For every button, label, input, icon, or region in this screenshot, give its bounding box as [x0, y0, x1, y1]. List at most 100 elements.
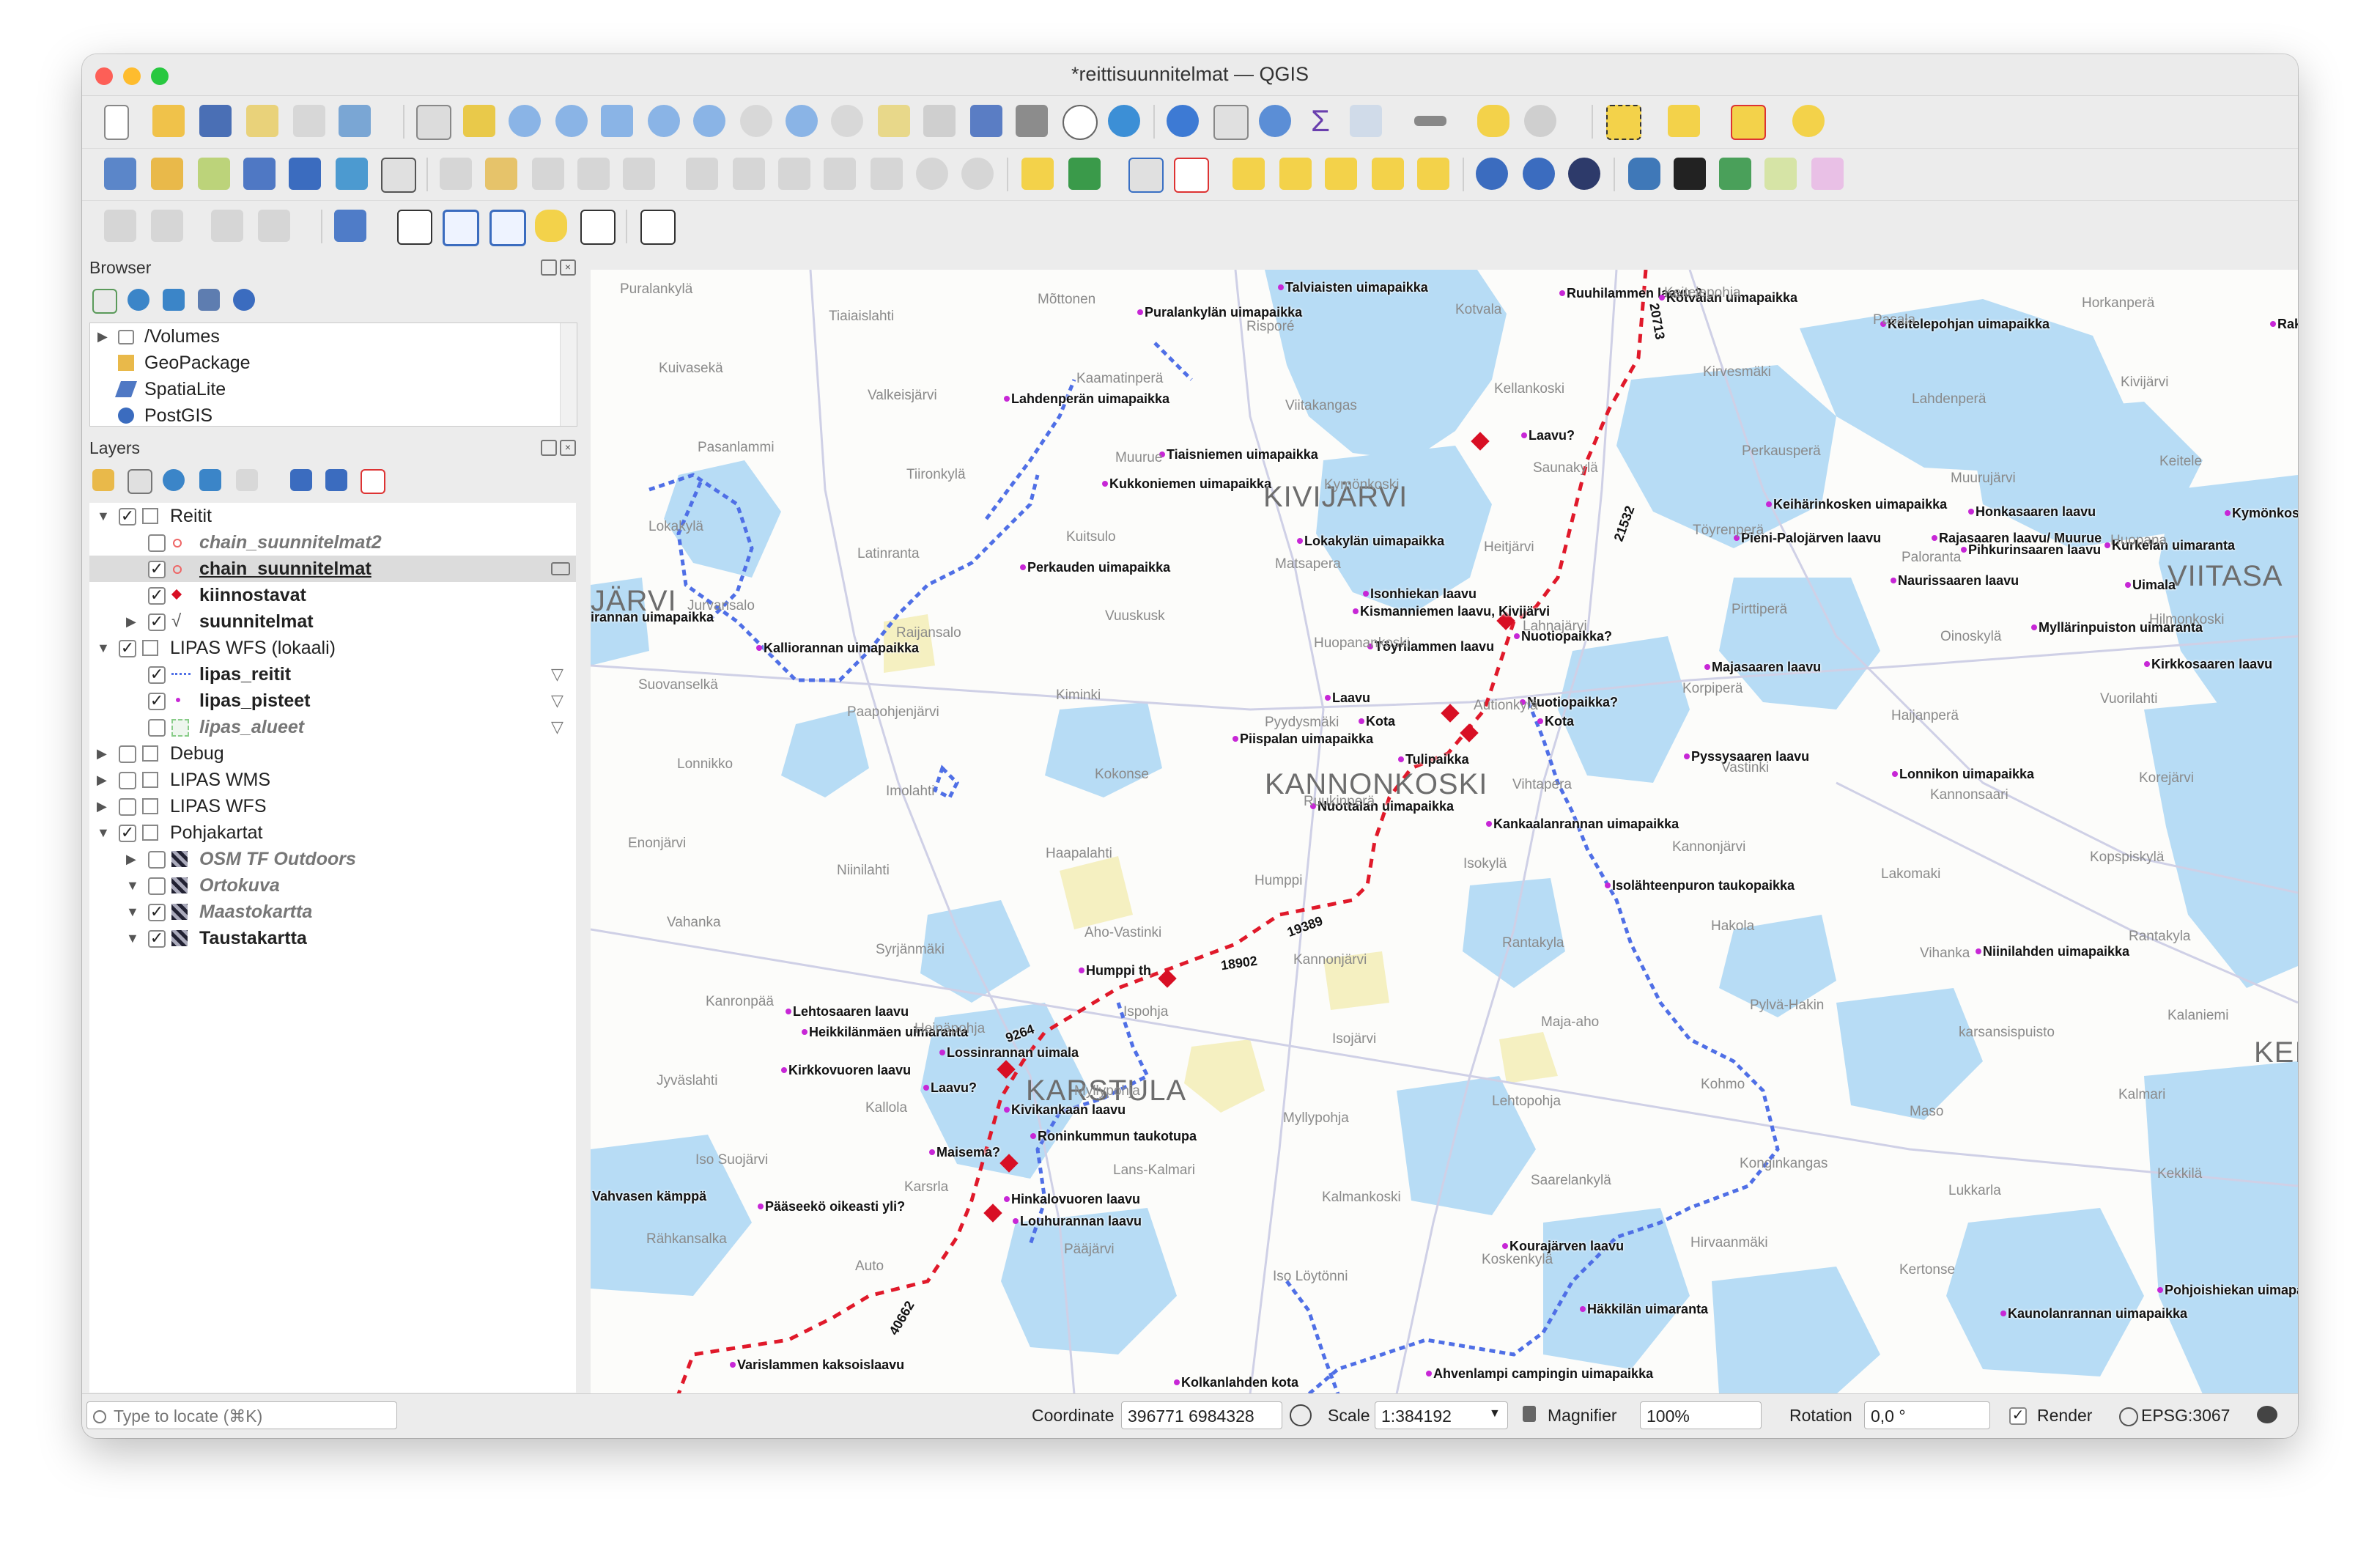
zoom-layer-icon[interactable]: [693, 105, 725, 137]
pan-to-selection-icon[interactable]: [463, 105, 495, 137]
current-edits-icon[interactable]: [440, 158, 472, 190]
map-tips-icon[interactable]: [1477, 105, 1509, 137]
layer-tree[interactable]: ▼ ✓ Reitit chain_suunnitelmat2 ✓ chain_su…: [89, 503, 576, 1393]
redo-icon[interactable]: [961, 158, 994, 190]
polyline-annotation-icon[interactable]: [489, 210, 526, 246]
statistics-sum-icon[interactable]: Σ: [1304, 105, 1337, 137]
layer-group-debug[interactable]: ▶ Debug: [89, 740, 576, 767]
map-canvas[interactable]: Talviaisten uimapaikka Ruuhilammen laavu …: [591, 270, 2298, 1394]
messages-icon[interactable]: [2257, 1406, 2277, 1423]
select-features-icon[interactable]: [1606, 105, 1641, 140]
remove-layer-icon[interactable]: [361, 469, 385, 494]
layer-checkbox[interactable]: ✓: [148, 587, 166, 605]
advanced-digitizing-icon[interactable]: [151, 210, 183, 242]
filter-legend-icon[interactable]: [199, 469, 221, 491]
add-selected-icon[interactable]: [92, 289, 117, 314]
layer-group-reitit[interactable]: ▼ ✓ Reitit: [89, 503, 576, 529]
layer-checkbox[interactable]: [148, 851, 166, 869]
pan-map-icon[interactable]: [416, 105, 451, 140]
layer-checkbox[interactable]: ✓: [119, 825, 136, 842]
delete-selected-icon[interactable]: [733, 158, 765, 190]
manage-visibility-icon[interactable]: [163, 469, 185, 491]
add-spatialite-icon[interactable]: [243, 158, 276, 190]
show-bookmarks-icon[interactable]: [1016, 105, 1048, 137]
label-properties-icon[interactable]: [1417, 158, 1449, 190]
split-features-icon[interactable]: [211, 210, 243, 242]
layer-ortokuva[interactable]: ▼ Ortokuva: [89, 872, 576, 899]
close-layers-icon[interactable]: ×: [560, 440, 576, 456]
annotation-icon[interactable]: [1524, 105, 1556, 137]
rotation-spinbox[interactable]: 0,0 °: [1864, 1401, 1990, 1429]
browser-item-postgis[interactable]: PostGIS: [90, 402, 552, 429]
new-3d-view-icon[interactable]: [923, 105, 956, 137]
zoom-out-icon[interactable]: [555, 105, 588, 137]
chevron-down-icon[interactable]: ▼: [1489, 1407, 1501, 1420]
zoom-next-icon[interactable]: [831, 105, 863, 137]
profile-tool-icon[interactable]: [1764, 158, 1797, 190]
browser-item-volumes[interactable]: ▶ /Volumes: [90, 323, 552, 350]
metasearch-icon[interactable]: [1568, 158, 1600, 190]
show-hide-labels-icon[interactable]: [1174, 158, 1209, 193]
copy-features-icon[interactable]: [824, 158, 856, 190]
add-group-icon[interactable]: [128, 469, 152, 494]
float-panel-icon[interactable]: [541, 259, 557, 276]
add-feature-icon[interactable]: [577, 158, 610, 190]
select-annotation-icon[interactable]: [397, 210, 432, 245]
zoom-selection-icon[interactable]: [648, 105, 680, 137]
select-by-location-icon[interactable]: [1792, 105, 1825, 137]
move-label-icon[interactable]: [1325, 158, 1357, 190]
marker-annotation-icon[interactable]: [535, 210, 567, 242]
calculator-icon[interactable]: [1350, 105, 1382, 137]
layer-group-lipas-wfs-lokaali[interactable]: ▼ ✓ LIPAS WFS (lokaali): [89, 635, 576, 661]
info-icon[interactable]: [233, 289, 255, 311]
browser-tree[interactable]: ▶ /Volumes GeoPackage SpatiaLite PostGIS: [89, 322, 577, 427]
text-annotation-icon[interactable]: [334, 210, 366, 242]
style-manager-icon[interactable]: [339, 105, 371, 137]
temporal-controller-icon[interactable]: [1062, 105, 1098, 140]
layer-lipas-alueet[interactable]: lipas_alueet ▽: [89, 714, 576, 740]
collapse-all-icon[interactable]: [198, 289, 220, 311]
layer-suunnitelmat[interactable]: ▶ ✓ √ suunnitelmat: [89, 608, 576, 635]
zoom-full-icon[interactable]: [601, 105, 633, 137]
crs-globe-icon[interactable]: [2119, 1407, 2138, 1426]
add-wfs-icon[interactable]: [1523, 158, 1555, 190]
layer-checkbox[interactable]: [119, 745, 136, 763]
pin-labels-icon[interactable]: [1128, 158, 1164, 193]
layer-checkbox[interactable]: ✓: [148, 930, 166, 948]
layer-checkbox[interactable]: [119, 798, 136, 816]
lock-scale-icon[interactable]: [1523, 1406, 1536, 1422]
filter-icon[interactable]: ▽: [551, 693, 567, 709]
modify-attributes-icon[interactable]: [686, 158, 718, 190]
layer-checkbox[interactable]: [148, 877, 166, 895]
diagram-properties-icon[interactable]: [1068, 158, 1101, 190]
undo-icon[interactable]: [916, 158, 948, 190]
open-styling-icon[interactable]: [92, 469, 114, 491]
add-vector-layer-icon[interactable]: [151, 158, 183, 190]
layer-chain-suunnitelmat2[interactable]: chain_suunnitelmat2: [89, 529, 576, 556]
highlight-pinned-labels-icon[interactable]: [1232, 158, 1265, 190]
identify-features-icon[interactable]: [1167, 105, 1199, 137]
new-map-view-icon[interactable]: [878, 105, 910, 137]
zoom-last-icon[interactable]: [786, 105, 818, 137]
measure-line-icon[interactable]: [1414, 116, 1446, 126]
text-tool-icon[interactable]: [640, 210, 676, 245]
rotate-label-icon[interactable]: [1372, 158, 1404, 190]
coordinate-field[interactable]: 396771 6984328: [1121, 1401, 1282, 1429]
layer-stack-icon[interactable]: [1719, 158, 1751, 190]
filter-icon[interactable]: ▽: [551, 666, 567, 682]
layer-checkbox[interactable]: ✓: [119, 640, 136, 657]
layer-lipas-pisteet[interactable]: ✓ lipas_pisteet ▽: [89, 688, 576, 714]
cut-features-icon[interactable]: [778, 158, 810, 190]
browser-item-spatialite[interactable]: SpatiaLite: [90, 376, 552, 402]
add-delimited-text-icon[interactable]: [198, 158, 230, 190]
point-text-annotation-icon[interactable]: [580, 210, 616, 245]
layer-group-lipas-wfs[interactable]: ▶ LIPAS WFS: [89, 793, 576, 819]
toggle-editing-icon[interactable]: [485, 158, 517, 190]
layer-maastokartta[interactable]: ▼ ✓ Maastokartta: [89, 899, 576, 925]
reshape-icon[interactable]: [258, 210, 290, 242]
layer-lipas-reitit[interactable]: ✓ lipas_reitit ▽: [89, 661, 576, 688]
layer-checkbox[interactable]: ✓: [148, 693, 166, 710]
layer-checkbox[interactable]: [148, 534, 166, 552]
attribute-table-icon[interactable]: [1213, 105, 1249, 140]
bookmark-icon[interactable]: [970, 105, 1002, 137]
